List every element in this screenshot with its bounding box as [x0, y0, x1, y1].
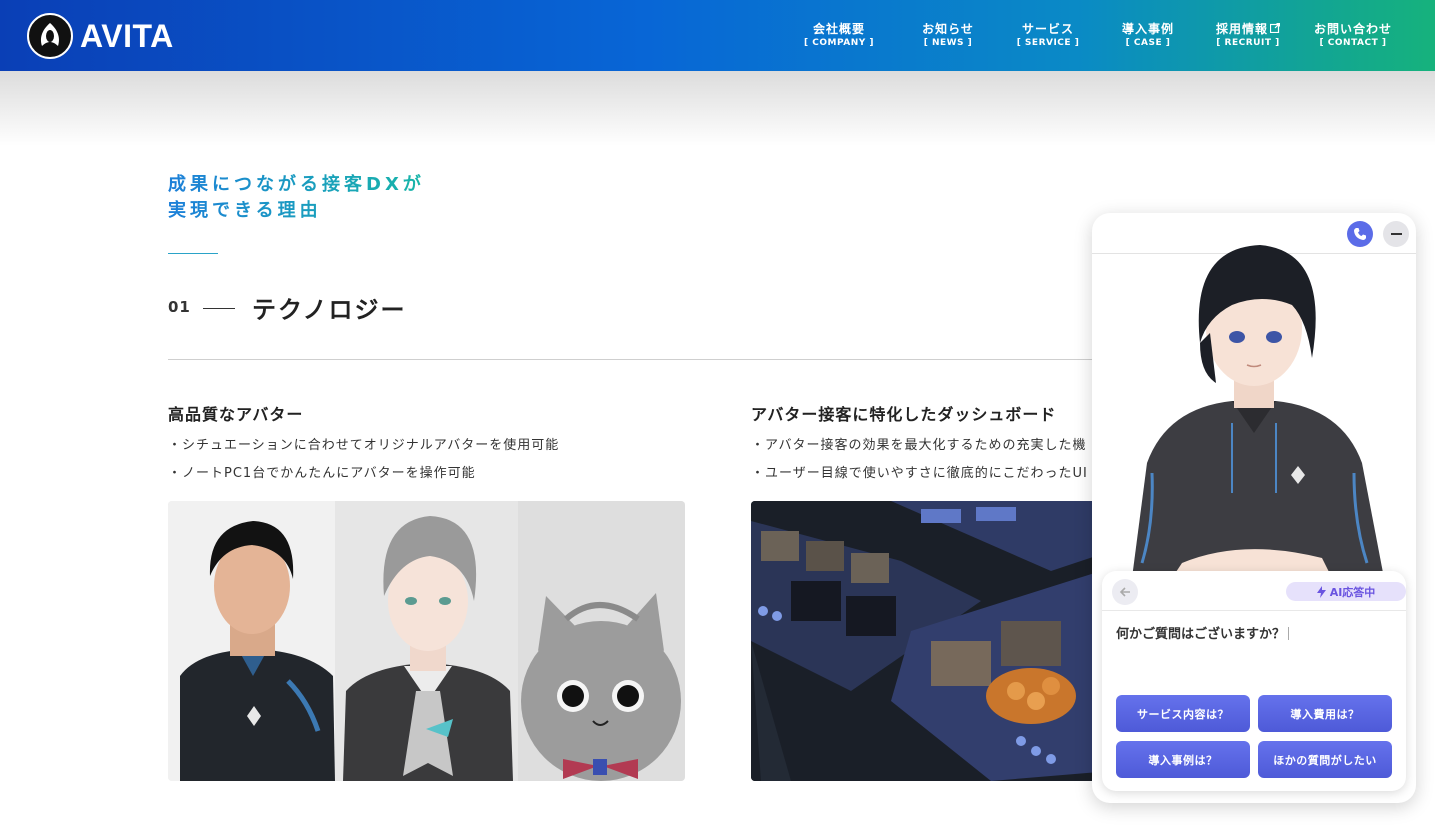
site-header: AVITA 会社概要 [ COMPANY ] お知らせ [ NEWS ] サービ… — [0, 0, 1435, 71]
feature-title-dashboard: アバター接客に特化したダッシュボード — [751, 405, 1057, 424]
main-nav: 会社概要 [ COMPANY ] お知らせ [ NEWS ] サービス [ SE… — [790, 22, 1398, 48]
feature-bullet: ・ノートPC1台でかんたんにアバターを操作可能 — [168, 466, 476, 481]
nav-label: お問い合わせ — [1313, 22, 1392, 36]
chat-message: 何かご質問はございますか？ — [1116, 623, 1290, 642]
section-heading-line2: 実現できる理由 — [168, 200, 322, 221]
technology-title: テクノロジー — [252, 296, 407, 324]
section-heading-line1: 成果につながる接客DXが — [168, 174, 425, 195]
nav-recruit[interactable]: 採用情報 [ RECRUIT ] — [1208, 22, 1288, 48]
nav-label: お知らせ — [922, 22, 974, 36]
external-link-icon — [1269, 22, 1281, 34]
nav-label: サービス — [1021, 22, 1074, 36]
nav-label-wrap: 採用情報 — [1208, 22, 1288, 36]
technology-dash — [203, 308, 235, 309]
quick-reply-other[interactable]: ほかの質問がしたい — [1258, 741, 1392, 778]
chat-message-text: 何かご質問はございますか？ — [1116, 627, 1286, 642]
quick-reply-cost[interactable]: 導入費用は？ — [1258, 695, 1392, 732]
assistant-avatar-image — [1132, 245, 1384, 578]
lightning-icon — [1316, 585, 1326, 598]
avatar-chat-widget: AI応答中 何かご質問はございますか？ サービス内容は？ 導入費用は？ 導入事例… — [1092, 213, 1416, 803]
section-divider — [168, 253, 218, 254]
quick-reply-cases[interactable]: 導入事例は？ — [1116, 741, 1250, 778]
nav-sublabel: [ CONTACT ] — [1319, 38, 1387, 48]
nav-company[interactable]: 会社概要 [ COMPANY ] — [790, 22, 888, 48]
quick-reply-service[interactable]: サービス内容は？ — [1116, 695, 1250, 732]
feature-bullet: ・ユーザー目線で使いやすさに徹底的にこだわったUI — [751, 466, 1088, 481]
section-heading: 成果につながる接客DXが 実現できる理由 — [168, 172, 425, 224]
nav-case[interactable]: 導入事例 [ CASE ] — [1108, 22, 1188, 48]
logo-mark-icon — [27, 13, 73, 59]
feature-bullet: ・シチュエーションに合わせてオリジナルアバターを使用可能 — [168, 438, 560, 453]
brand-logo[interactable]: AVITA — [27, 13, 174, 59]
arrow-left-icon — [1119, 587, 1130, 597]
nav-news[interactable]: お知らせ [ NEWS ] — [908, 22, 988, 48]
feature-title-avatar: 高品質なアバター — [168, 405, 304, 424]
nav-label: 会社概要 — [812, 22, 865, 36]
nav-service[interactable]: サービス [ SERVICE ] — [1008, 22, 1088, 48]
technology-divider — [168, 359, 1108, 360]
ai-status-badge: AI応答中 — [1286, 582, 1406, 601]
nav-sublabel: [ CASE ] — [1125, 38, 1171, 48]
brand-name: AVITA — [80, 17, 174, 54]
nav-label: 採用情報 — [1215, 22, 1268, 36]
dashboard-showcase-image — [751, 501, 1111, 781]
chat-panel: AI応答中 何かご質問はございますか？ サービス内容は？ 導入費用は？ 導入事例… — [1102, 571, 1406, 791]
nav-sublabel: [ SERVICE ] — [1016, 38, 1080, 48]
avatar-showcase-image — [168, 501, 685, 781]
nav-contact[interactable]: お問い合わせ [ CONTACT ] — [1308, 22, 1398, 48]
nav-label: 導入事例 — [1121, 22, 1174, 36]
nav-sublabel: [ COMPANY ] — [804, 38, 874, 48]
ai-status-label: AI応答中 — [1329, 585, 1376, 599]
text-cursor — [1288, 627, 1290, 640]
back-button[interactable] — [1112, 579, 1138, 605]
chat-panel-header: AI応答中 — [1102, 571, 1406, 611]
technology-number: 01 — [168, 298, 191, 316]
nav-sublabel: [ RECRUIT ] — [1216, 38, 1280, 48]
hero-gradient-band — [0, 71, 1435, 146]
nav-sublabel: [ NEWS ] — [923, 38, 973, 48]
feature-bullet: ・アバター接客の効果を最大化するための充実した機 — [751, 438, 1087, 453]
